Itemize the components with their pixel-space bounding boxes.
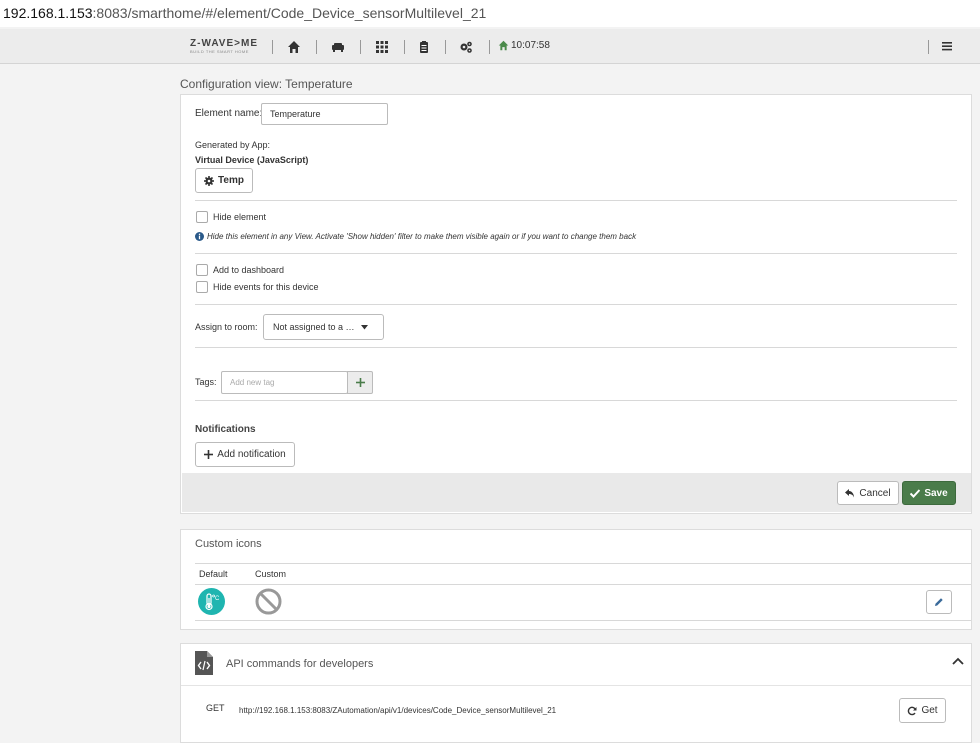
hide-events-checkbox[interactable]: [196, 281, 208, 293]
svg-text:C: C: [215, 596, 220, 602]
api-method: GET: [206, 703, 225, 713]
plus-icon: [204, 450, 214, 459]
divider: [195, 620, 971, 621]
divider: [195, 584, 971, 585]
add-to-dashboard-label: Add to dashboard: [213, 265, 285, 275]
home-icon[interactable]: [287, 40, 301, 54]
nav-separator: [928, 40, 929, 54]
save-button[interactable]: Save: [902, 481, 956, 505]
hide-element-label: Hide element: [213, 212, 267, 222]
element-name-label: Element name:: [195, 108, 263, 119]
add-notification-label: Add notification: [217, 449, 286, 460]
grid-icon[interactable]: [375, 40, 389, 54]
api-url[interactable]: http://192.168.1.153:8083/ZAutomation/ap…: [239, 706, 556, 715]
divider: [195, 347, 957, 348]
room-select-value: Not assigned to a …: [273, 322, 355, 332]
api-title: API commands for developers: [226, 658, 374, 670]
logo-text: Z-WAVE>ME: [190, 38, 258, 49]
refresh-icon: [908, 706, 917, 715]
get-label: Get: [921, 705, 938, 716]
save-label: Save: [924, 487, 948, 499]
column-custom: Custom: [255, 569, 287, 579]
plus-icon: [355, 378, 365, 387]
edit-icons-button[interactable]: [926, 590, 952, 614]
divider: [181, 685, 971, 686]
divider: [195, 253, 957, 254]
caret-down-icon: [360, 324, 368, 329]
clock: 10:07:58: [498, 40, 550, 51]
tags-input[interactable]: Add new tag: [221, 371, 348, 394]
page-title: Configuration view: Temperature: [180, 77, 353, 91]
divider: [195, 563, 971, 564]
divider: [195, 304, 957, 305]
check-icon: [910, 488, 921, 498]
cogs-icon[interactable]: [459, 40, 473, 54]
undo-icon: [845, 488, 855, 497]
tags-label: Tags:: [195, 377, 217, 387]
hamburger-menu-icon[interactable]: [941, 40, 953, 52]
url-path: :8083/smarthome/#/element/Code_Device_se…: [92, 5, 487, 21]
nav-separator: [360, 40, 361, 54]
logo[interactable]: Z-WAVE>ME BUILD THE SMART HOME: [190, 39, 258, 55]
divider: [195, 400, 957, 401]
cancel-button[interactable]: Cancel: [837, 481, 899, 505]
room-select[interactable]: Not assigned to a …: [263, 314, 384, 340]
sofa-icon[interactable]: [331, 40, 345, 54]
nav-separator: [489, 40, 490, 54]
code-file-icon: [195, 651, 213, 675]
nav-separator: [272, 40, 273, 54]
generated-by-app: Virtual Device (JavaScript): [195, 155, 309, 165]
home-icon: [498, 40, 509, 51]
logo-subtitle: BUILD THE SMART HOME: [190, 49, 249, 54]
nav-separator: [404, 40, 405, 54]
add-to-dashboard-checkbox[interactable]: [196, 264, 208, 276]
app-settings-button[interactable]: Temp: [195, 168, 253, 193]
top-navbar: Z-WAVE>ME BUILD THE SMART HOME 10:07:58: [0, 29, 980, 64]
generated-by-label: Generated by App:: [195, 140, 271, 150]
hide-element-checkbox[interactable]: [196, 211, 208, 223]
clipboard-icon[interactable]: [417, 40, 431, 54]
cancel-label: Cancel: [859, 487, 891, 499]
add-tag-button[interactable]: [347, 371, 373, 394]
address-bar[interactable]: 192.168.1.153:8083/smarthome/#/element/C…: [0, 0, 980, 27]
notifications-title: Notifications: [195, 424, 256, 435]
hide-events-label: Hide events for this device: [213, 282, 319, 292]
app-button-label: Temp: [218, 175, 244, 186]
element-name-input[interactable]: Temperature: [261, 103, 388, 125]
custom-icons-card: [180, 529, 972, 630]
nav-separator: [445, 40, 446, 54]
add-notification-button[interactable]: Add notification: [195, 442, 295, 467]
column-default: Default: [199, 569, 228, 579]
pencil-icon: [935, 598, 943, 606]
hide-element-info: Hide this element in any View. Activate …: [207, 232, 637, 241]
clock-time: 10:07:58: [511, 40, 550, 51]
gear-icon: [204, 175, 215, 186]
nav-separator: [316, 40, 317, 54]
assign-room-label: Assign to room:: [195, 322, 258, 332]
custom-icons-title: Custom icons: [195, 538, 262, 550]
chevron-up-icon[interactable]: [952, 657, 964, 665]
no-custom-icon: [255, 588, 282, 615]
divider: [195, 200, 957, 201]
url-host: 192.168.1.153: [3, 5, 93, 21]
info-icon: [195, 232, 204, 241]
get-button[interactable]: Get: [899, 698, 946, 723]
thermometer-icon: C: [198, 588, 225, 615]
